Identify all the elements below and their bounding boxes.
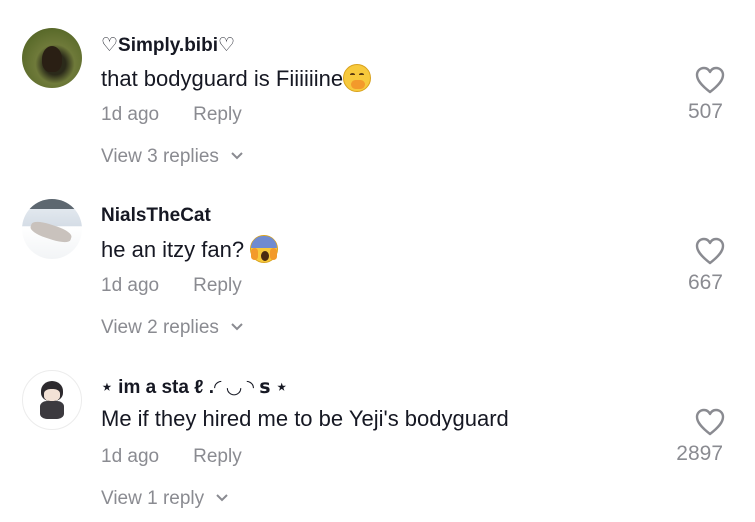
comment-username[interactable]: NialsTheCat: [101, 205, 211, 227]
comment-text-content: Me if they hired me to be Yeji's bodygua…: [101, 406, 509, 431]
heart-icon[interactable]: [695, 237, 725, 265]
comment-timestamp: 1d ago: [101, 275, 160, 296]
comment-text: he an itzy fan?: [101, 235, 279, 263]
reply-button[interactable]: Reply: [193, 446, 242, 467]
view-replies-button[interactable]: View 3 replies: [101, 146, 244, 168]
comment-text: that bodyguard is Fiiiiiine: [101, 64, 372, 92]
view-replies-label: View 3 replies: [101, 146, 219, 167]
comment-meta: 1d ago Reply: [101, 275, 242, 297]
comment-text-content: that bodyguard is Fiiiiiine: [101, 66, 344, 91]
avatar[interactable]: [22, 199, 82, 259]
like-count: 2897: [676, 442, 723, 465]
avatar[interactable]: [22, 370, 82, 430]
comment-timestamp: 1d ago: [101, 104, 160, 125]
view-replies-button[interactable]: View 2 replies: [101, 317, 244, 339]
comment-meta: 1d ago Reply: [101, 104, 242, 126]
chevron-down-icon: [231, 323, 243, 331]
reply-button[interactable]: Reply: [193, 275, 242, 296]
reply-button[interactable]: Reply: [193, 104, 242, 125]
view-replies-button[interactable]: View 1 reply: [101, 488, 229, 510]
avatar[interactable]: [22, 28, 82, 88]
comment-text: Me if they hired me to be Yeji's bodygua…: [101, 406, 509, 432]
chevron-down-icon: [231, 152, 243, 160]
chevron-down-icon: [216, 494, 229, 502]
heart-icon[interactable]: [695, 408, 725, 436]
comment-timestamp: 1d ago: [101, 446, 160, 467]
comment-meta: 1d ago Reply: [101, 446, 242, 468]
heart-icon[interactable]: [695, 66, 725, 94]
view-replies-label: View 1 reply: [101, 488, 205, 509]
view-replies-label: View 2 replies: [101, 317, 219, 338]
comment-username[interactable]: ♡Simply.bibi♡: [101, 34, 235, 57]
hand-over-mouth-emoji: [343, 64, 372, 92]
comment-username[interactable]: ⋆ im a sta ℓ .◜ ◡ ◝ ꜱ ⋆: [101, 376, 288, 399]
like-count: 667: [687, 271, 723, 294]
like-count: 507: [687, 100, 723, 123]
face-screaming-in-fear-emoji: [250, 235, 279, 263]
comment-text-content: he an itzy fan?: [101, 237, 245, 262]
